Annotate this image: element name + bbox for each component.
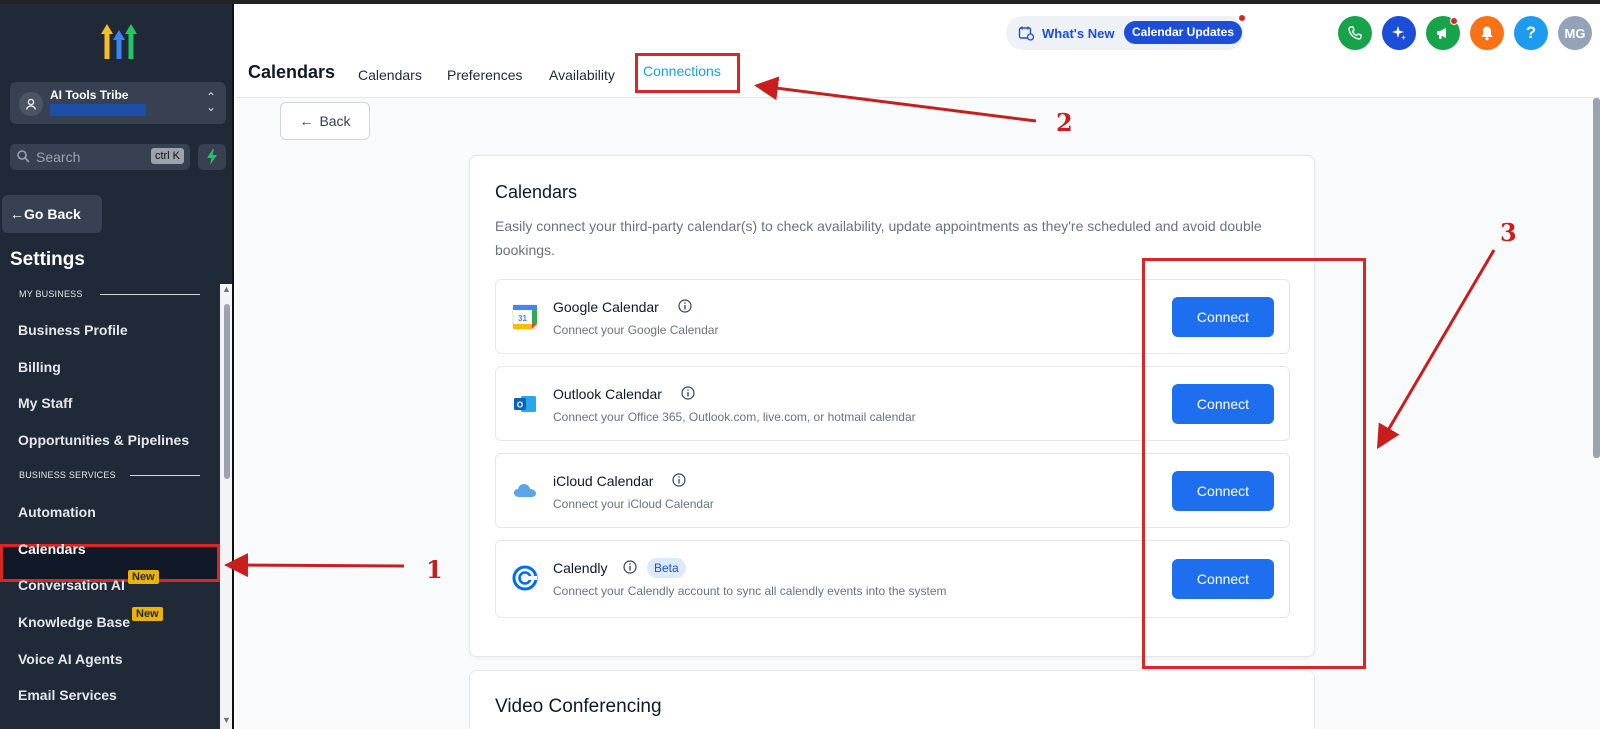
avatar-initials: MG (1564, 25, 1586, 41)
sidebar-item-calendars[interactable]: Calendars (18, 541, 86, 557)
search-icon (17, 150, 30, 163)
bell-icon (1481, 26, 1493, 41)
google-calendar-icon: 31 (512, 304, 538, 330)
card-description: Easily connect your third-party calendar… (495, 218, 1262, 258)
info-icon[interactable] (681, 386, 695, 400)
sparkle-icon (1392, 26, 1406, 40)
integration-subtitle: Connect your iCloud Calendar (553, 497, 714, 511)
app-logo-icon (101, 24, 137, 59)
quick-action-button[interactable] (198, 144, 226, 170)
tab-availability[interactable]: Availability (549, 67, 615, 83)
section-business-services: BUSINESS SERVICES (19, 470, 116, 480)
svg-text:31: 31 (518, 314, 527, 323)
scroll-down-icon[interactable]: ▼ (222, 715, 231, 725)
phone-icon (1348, 26, 1362, 40)
sidebar-item-business-profile[interactable]: Business Profile (18, 322, 128, 338)
megaphone-icon (1437, 28, 1446, 39)
annotation-number-3: 3 (1500, 218, 1517, 247)
search-placeholder: Search (36, 149, 81, 165)
tab-calendars[interactable]: Calendars (358, 67, 422, 83)
sidebar-item-my-staff[interactable]: My Staff (18, 395, 72, 411)
go-back-button[interactable]: ← Go Back (2, 195, 102, 233)
page-title: Calendars (248, 62, 336, 82)
user-avatar[interactable]: MG (1558, 16, 1592, 50)
info-icon[interactable] (623, 560, 637, 574)
whats-new-label: What's New (1042, 26, 1115, 41)
go-back-label: Go Back (24, 206, 81, 222)
card-title: Calendars (495, 182, 578, 202)
sidebar-scroll-thumb[interactable] (224, 304, 230, 479)
account-name: AI Tools Tribe (50, 88, 129, 102)
sidebar: AI Tools Tribe ⌃ ⌄ Search ctrl K ← Go Back… (0, 4, 234, 729)
sidebar-item-conversation-ai[interactable]: Conversation AI (18, 577, 125, 593)
arrow-left-icon: ← (10, 206, 24, 222)
annotation-number-2: 2 (1056, 108, 1073, 137)
phone-button[interactable] (1338, 16, 1372, 50)
sidebar-item-billing[interactable]: Billing (18, 359, 61, 375)
annotation-number-1: 1 (426, 555, 443, 584)
sidebar-item-email-services[interactable]: Email Services (18, 687, 117, 703)
outlook-icon: O (514, 396, 536, 412)
question-icon: ? (1525, 23, 1537, 42)
new-badge: New (132, 607, 163, 621)
beta-badge: Beta (647, 558, 686, 578)
integration-subtitle: Connect your Calendly account to sync al… (553, 584, 947, 598)
integration-title: iCloud Calendar (553, 473, 654, 489)
notification-dot (1238, 14, 1246, 22)
integration-subtitle: Connect your Office 365, Outlook.com, li… (553, 410, 916, 424)
search-input[interactable]: Search ctrl K (10, 144, 190, 170)
integration-title: Google Calendar (553, 299, 659, 315)
integration-subtitle: Connect your Google Calendar (553, 323, 719, 337)
sidebar-item-knowledge-base[interactable]: Knowledge Base (18, 614, 130, 630)
calendly-icon (512, 565, 538, 591)
section-my-business: MY BUSINESS (19, 289, 83, 299)
lightning-icon (207, 149, 217, 165)
arrow-left-icon: ← (299, 113, 314, 129)
sidebar-item-automation[interactable]: Automation (18, 504, 96, 520)
calendar-updates-icon (1018, 26, 1034, 41)
back-label: Back (319, 113, 351, 129)
settings-title: Settings (10, 249, 85, 270)
sidebar-item-opportunities-pipelines[interactable]: Opportunities & Pipelines (18, 432, 189, 448)
integration-title: Outlook Calendar (553, 386, 662, 402)
info-icon[interactable] (678, 299, 692, 313)
scroll-up-icon[interactable]: ▲ (222, 284, 231, 294)
announcements-button[interactable] (1426, 16, 1460, 50)
video-conferencing-card: Video Conferencing (469, 670, 1315, 729)
main-content: ← Back Calendars Easily connect your thir… (236, 98, 1600, 729)
annotation-box-connect (1142, 258, 1366, 669)
back-button[interactable]: ← Back (280, 102, 370, 140)
user-icon (19, 92, 43, 116)
annotation-box-tab (635, 53, 740, 93)
ai-assist-button[interactable] (1382, 16, 1416, 50)
section-divider (100, 294, 200, 295)
notification-dot (1450, 17, 1458, 25)
calendar-updates-badge[interactable]: Calendar Updates (1124, 21, 1243, 44)
top-header: What's New Calendar Updates ? MG Calenda… (236, 4, 1600, 98)
icloud-icon (514, 484, 536, 497)
chevron-updown-icon: ⌃ ⌄ (205, 90, 216, 114)
whats-new-pill[interactable]: What's New Calendar Updates (1006, 14, 1246, 50)
main-scrollbar[interactable] (1593, 98, 1600, 458)
section-divider (130, 475, 200, 476)
info-icon[interactable] (672, 473, 686, 487)
help-button[interactable]: ? (1514, 16, 1548, 50)
search-shortcut: ctrl K (150, 148, 184, 164)
card-title: Video Conferencing (495, 696, 662, 717)
svg-text:O: O (517, 401, 523, 410)
integration-title: Calendly (553, 560, 608, 576)
account-subtitle-redacted (50, 104, 146, 116)
notifications-button[interactable] (1470, 16, 1504, 50)
account-switcher[interactable]: AI Tools Tribe ⌃ ⌄ (10, 82, 226, 124)
new-badge: New (128, 570, 159, 584)
sidebar-item-voice-ai-agents[interactable]: Voice AI Agents (18, 651, 123, 667)
tab-preferences[interactable]: Preferences (447, 67, 522, 83)
